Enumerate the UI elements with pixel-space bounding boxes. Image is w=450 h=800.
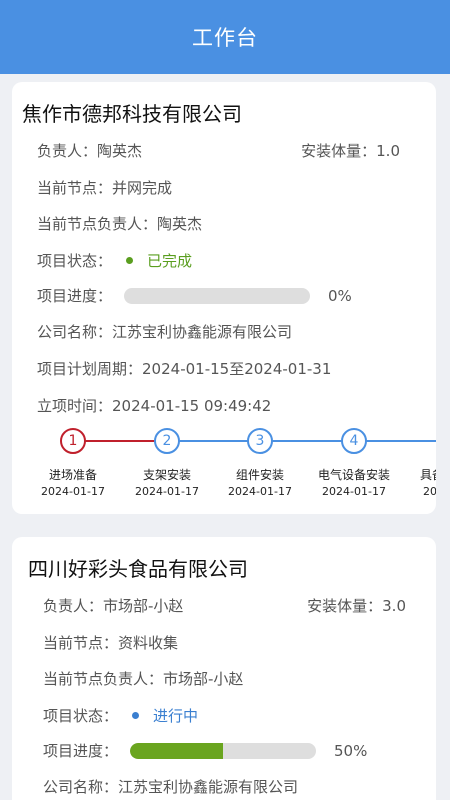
step-connector [167,440,436,442]
node-owner-value: 陶英杰 [157,215,203,233]
node-owner-value: 市场部-小赵 [163,670,244,688]
created-label: 立项时间： [37,397,113,415]
status-row: 项目状态： 已完成 [37,250,192,271]
step-circle[interactable]: 2 [154,428,180,454]
capacity-value: 3.0 [382,597,406,615]
node-owner-row: 当前节点负责人： 市场部-小赵 [43,668,243,689]
status-dot-icon [126,257,134,264]
step-circle[interactable]: 4 [341,428,367,454]
status-label: 项目状态： [37,252,113,270]
owner-value: 陶英杰 [97,142,143,160]
progress-bar [124,287,311,304]
status-label: 项目状态： [43,707,119,725]
company-title: 焦作市德邦科技有限公司 [22,102,242,126]
project-card[interactable]: 四川好彩头食品有限公司 负责人： 市场部-小赵 安装体量：3.0 当前节点： 资… [12,537,436,800]
owner-row: 负责人： 市场部-小赵 [43,595,183,616]
node-owner-label: 当前节点负责人： [37,215,158,233]
company-name-row: 公司名称： 江苏宝利协鑫能源有限公司 [37,321,292,342]
progress-label: 项目进度： [43,742,119,760]
progress-row: 项目进度： 50% [43,740,367,761]
status-value: 进行中 [153,707,199,725]
company-name-value: 江苏宝利协鑫能源有限公司 [112,323,293,341]
progress-percent: 0% [328,286,352,305]
status-value: 已完成 [147,252,193,270]
node-value: 并网完成 [112,179,173,197]
owner-label: 负责人： [43,597,104,615]
capacity-label: 安装体量： [301,142,377,160]
node-owner-row: 当前节点负责人： 陶英杰 [37,213,202,234]
capacity-value: 1.0 [376,142,400,160]
company-name-row: 公司名称： 江苏宝利协鑫能源有限公司 [43,776,298,797]
step-circle[interactable]: 3 [247,428,273,454]
capacity-label: 安装体量： [307,597,383,615]
created-row: 立项时间： 2024-01-15 09:49:42 [37,395,271,416]
company-name-value: 江苏宝利协鑫能源有限公司 [118,778,299,796]
step-date: 2024-01-17 [135,485,199,498]
progress-label: 项目进度： [37,287,113,305]
step-date: 2024-01-17 [322,485,386,498]
node-row: 当前节点： 并网完成 [37,177,172,198]
node-row: 当前节点： 资料收集 [43,632,178,653]
status-dot-icon [132,712,140,719]
period-row: 项目计划周期： 2024-01-15至2024-01-31 [37,358,331,379]
step-date: 2024-01-17 [41,485,105,498]
company-title: 四川好彩头食品有限公司 [28,557,248,581]
step-name: 具备 [419,468,436,482]
status-row: 项目状态： 进行中 [43,705,198,726]
created-value: 2024-01-15 09:49:42 [112,396,272,415]
progress-fill [130,742,224,759]
step-date: 2024-01-17 [228,485,292,498]
capacity-row: 安装体量：1.0 [301,140,400,161]
node-label: 当前节点： [43,634,119,652]
owner-label: 负责人： [37,142,98,160]
step-name: 电气设备安装 [317,468,391,482]
node-owner-label: 当前节点负责人： [43,670,164,688]
step-date: 20 [423,485,436,498]
progress-bar [130,742,317,759]
node-label: 当前节点： [37,179,113,197]
progress-row: 项目进度： 0% [37,285,352,306]
owner-value: 市场部-小赵 [103,597,184,615]
period-label: 项目计划周期： [37,360,143,378]
period-value: 2024-01-15至2024-01-31 [142,360,332,378]
project-card[interactable]: 焦作市德邦科技有限公司 负责人： 陶英杰 安装体量：1.0 当前节点： 并网完成… [12,82,436,514]
progress-percent: 50% [334,741,368,760]
company-name-label: 公司名称： [43,778,119,796]
node-value: 资料收集 [118,634,179,652]
page-title: 工作台 [192,26,258,50]
company-name-label: 公司名称： [37,323,113,341]
progress-steps: 1 2 3 4 进场准备 支架安装 组件安装 电气设备安装 具备 2024-01… [12,424,436,504]
capacity-row: 安装体量：3.0 [307,595,406,616]
step-name: 进场准备 [48,468,98,482]
step-name: 支架安装 [142,468,192,482]
step-circle[interactable]: 1 [60,428,86,454]
app-header: 工作台 [0,0,450,74]
step-name: 组件安装 [235,468,285,482]
owner-row: 负责人： 陶英杰 [37,140,142,161]
